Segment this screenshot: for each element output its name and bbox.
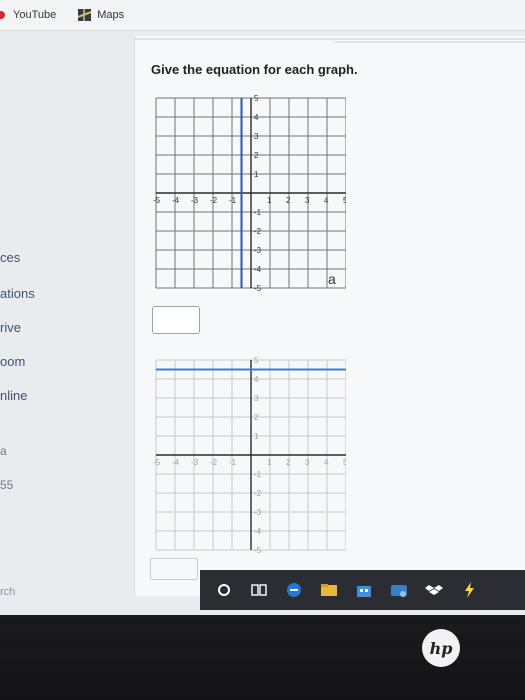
bookmark-maps[interactable]: Maps <box>78 9 124 21</box>
task-view-icon[interactable] <box>248 579 270 601</box>
x-tick-label: -2 <box>210 458 218 467</box>
y-tick-label: 5 <box>254 94 259 103</box>
answer-input-b[interactable] <box>150 558 198 580</box>
taskbar <box>200 570 525 610</box>
y-tick-label: -3 <box>254 246 262 255</box>
x-tick-label: 2 <box>286 458 291 467</box>
y-tick-label: 4 <box>254 375 259 384</box>
dropbox-icon[interactable] <box>423 579 445 601</box>
x-tick-label: 4 <box>324 196 329 205</box>
y-tick-label: -2 <box>254 227 262 236</box>
x-tick-label: 5 <box>343 196 346 205</box>
sidebar-extra: a <box>0 444 7 458</box>
y-tick-label: 5 <box>254 356 259 365</box>
y-tick-label: -1 <box>254 470 262 479</box>
graph-a: -5 -4 -3 -2 -1 1 2 3 4 5 5 4 3 2 1 -1 -2 -3 -4 -5 a <box>153 94 346 293</box>
part-label: a <box>328 271 336 287</box>
app-icon[interactable] <box>458 579 480 601</box>
hp-logo: hp <box>422 629 460 667</box>
x-tick-label: 3 <box>305 196 310 205</box>
x-tick-label: 3 <box>305 458 310 467</box>
hp-logo-text: hp <box>429 638 453 658</box>
y-tick-label: 2 <box>254 151 259 160</box>
x-tick-label: -1 <box>229 196 237 205</box>
graph-b: -5 -4 -3 -2 -1 1 2 3 4 5 5 4 3 2 1 -1 -2 -3 -4 -5 <box>153 356 346 555</box>
x-tick-label: -5 <box>153 458 161 467</box>
y-tick-label: 4 <box>254 113 259 122</box>
x-tick-label: -4 <box>172 196 180 205</box>
store-icon[interactable] <box>353 579 375 601</box>
sidebar-extra: 55 <box>0 478 14 492</box>
x-tick-label: 2 <box>286 196 291 205</box>
sidebar-item-online[interactable]: nline <box>0 388 27 403</box>
y-tick-label: 3 <box>254 394 259 403</box>
y-tick-label: 1 <box>254 432 259 441</box>
answer-input[interactable] <box>152 306 200 334</box>
y-tick-label: -3 <box>254 508 262 517</box>
search-hint[interactable]: rch <box>0 586 15 598</box>
sidebar-item-drive[interactable]: rive <box>0 320 21 335</box>
bookmark-label: Maps <box>97 9 125 21</box>
bookmark-label: YouTube <box>13 9 57 21</box>
circle-icon[interactable] <box>213 579 235 601</box>
x-tick-label: 1 <box>267 458 272 467</box>
question-title: Give the equation for each graph. <box>151 62 358 77</box>
x-tick-label: 4 <box>324 458 329 467</box>
mail-icon[interactable] <box>388 579 410 601</box>
bookmark-youtube[interactable]: YouTube <box>0 9 56 21</box>
y-tick-label: -5 <box>254 284 262 293</box>
y-tick-label: -1 <box>254 208 262 217</box>
y-tick-label: -4 <box>254 265 262 274</box>
x-tick-label: -3 <box>191 196 199 205</box>
x-tick-label: 1 <box>267 196 272 205</box>
bookmarks-bar: YouTube Maps <box>0 0 525 31</box>
sidebar-item-applications[interactable]: ations <box>0 286 35 301</box>
y-tick-label: -5 <box>254 546 262 555</box>
youtube-icon <box>0 11 5 19</box>
y-tick-label: 3 <box>254 132 259 141</box>
y-tick-label: 2 <box>254 413 259 422</box>
maps-icon <box>78 9 92 21</box>
y-tick-label: -2 <box>254 489 262 498</box>
x-tick-label: -4 <box>172 458 180 467</box>
file-explorer-icon[interactable] <box>318 579 340 601</box>
x-tick-label: -5 <box>153 196 161 205</box>
edge-icon[interactable] <box>283 579 305 601</box>
screen: YouTube Maps Give the equation for each … <box>0 0 525 615</box>
y-tick-label: -4 <box>254 527 262 536</box>
sidebar-item-zoom[interactable]: oom <box>0 354 25 369</box>
header-rule <box>135 38 525 43</box>
x-tick-label: -1 <box>229 458 237 467</box>
x-tick-label: -3 <box>191 458 199 467</box>
x-tick-label: -2 <box>210 196 218 205</box>
x-tick-label: 5 <box>343 458 346 467</box>
sidebar-item-sources[interactable]: ces <box>0 250 20 265</box>
y-tick-label: 1 <box>254 170 259 179</box>
